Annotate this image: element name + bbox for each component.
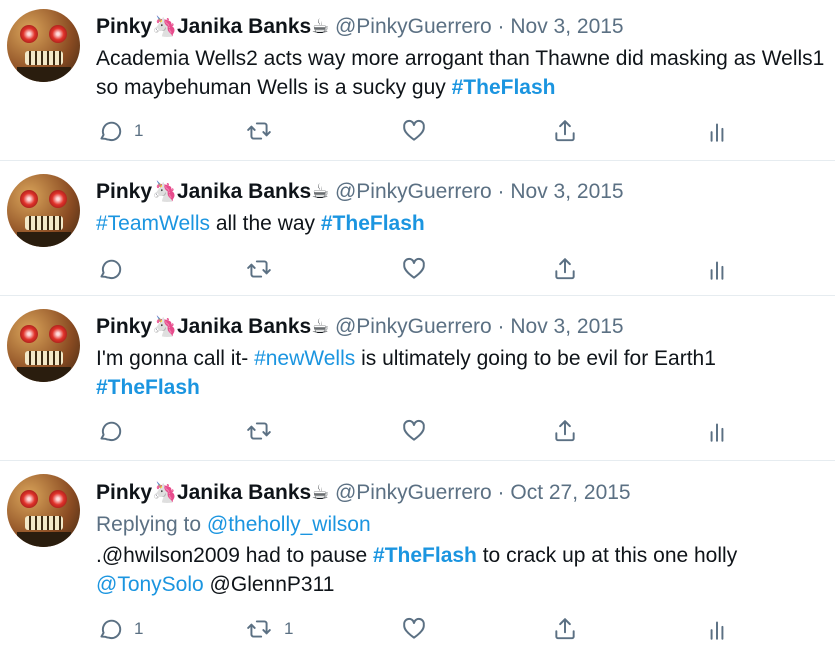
retweet-icon [247,122,271,140]
analytics-icon [710,423,724,442]
share-icon [555,120,575,142]
retweet-icon [247,260,271,278]
hashtag[interactable]: #TheFlash [96,376,200,399]
timestamp[interactable]: Nov 3, 2015 [510,180,623,203]
tweet[interactable]: Pinky🦄Janika Banks☕ @PinkyGuerrero · Nov… [0,161,835,296]
reply-icon [100,259,122,280]
handle[interactable]: @PinkyGuerrero [335,315,492,338]
separator: · [497,481,505,504]
tweet-text: .@hwilson2009 had to pause #TheFlash to … [96,544,738,596]
coffee-emoji: ☕ [311,179,330,203]
share-button[interactable] [552,614,578,644]
separator: · [497,15,505,38]
handle[interactable]: @PinkyGuerrero [335,481,492,504]
reply-button[interactable]: 1 [96,116,143,146]
heart-icon [403,617,425,639]
retweet-icon [247,620,271,638]
timestamp[interactable]: Oct 27, 2015 [510,481,630,504]
mention[interactable]: @TonySolo [96,573,204,596]
like-button[interactable] [401,254,427,284]
reply-button[interactable]: 1 [96,614,143,644]
timestamp[interactable]: Nov 3, 2015 [510,15,623,38]
timestamp[interactable]: Nov 3, 2015 [510,315,623,338]
reply-icon [100,121,122,142]
coffee-emoji: ☕ [311,314,330,338]
tweet[interactable]: Pinky🦄Janika Banks☕ @PinkyGuerrero · Nov… [0,0,835,161]
handle[interactable]: @PinkyGuerrero [335,15,492,38]
retweet-button[interactable]: 1 [246,614,293,644]
coffee-emoji: ☕ [311,480,330,504]
display-name[interactable]: Pinky🦄Janika Banks☕ [96,14,330,38]
tweet-actions [96,416,736,446]
tweet-text: I'm gonna call it- #newWells is ultimate… [96,347,716,399]
like-button[interactable] [401,416,427,446]
reply-icon [100,619,122,640]
reply-button[interactable] [96,254,134,284]
retweet-button[interactable] [246,116,284,146]
share-button[interactable] [552,116,578,146]
tweet[interactable]: Pinky🦄Janika Banks☕ @PinkyGuerrero · Oct… [0,461,835,649]
reply-count: 1 [134,619,144,638]
tweet-actions: 1 [96,116,736,146]
coffee-emoji: ☕ [311,14,330,38]
hashtag[interactable]: #newWells [254,347,355,370]
tweet[interactable]: Pinky🦄Janika Banks☕ @PinkyGuerrero · Nov… [0,296,835,461]
analytics-button[interactable] [704,116,730,146]
hashtag[interactable]: #TheFlash [373,544,477,567]
retweet-icon [247,422,271,440]
share-icon [555,618,575,640]
analytics-icon [710,123,724,142]
tweet-header: Pinky🦄Janika Banks☕ @PinkyGuerrero · Oct… [96,479,631,506]
like-button[interactable] [401,614,427,644]
tweet-header: Pinky🦄Janika Banks☕ @PinkyGuerrero · Nov… [96,178,624,205]
reply-count: 1 [134,121,144,140]
retweet-button[interactable] [246,254,284,284]
like-button[interactable] [401,116,427,146]
reply-button[interactable] [96,416,134,446]
display-name[interactable]: Pinky🦄Janika Banks☕ [96,480,330,504]
display-name[interactable]: Pinky🦄Janika Banks☕ [96,179,330,203]
analytics-button[interactable] [704,254,730,284]
retweet-button[interactable] [246,416,284,446]
share-icon [555,258,575,280]
reply-mention[interactable]: @theholly_wilson [207,513,371,536]
tweet-header: Pinky🦄Janika Banks☕ @PinkyGuerrero · Nov… [96,313,624,340]
heart-icon [403,119,425,141]
hashtag[interactable]: #TheFlash [452,76,556,99]
reply-icon [100,421,122,442]
hashtag[interactable]: #TeamWells [96,212,210,235]
tweet-text: Academia Wells2 acts way more arrogant t… [96,47,825,99]
display-name[interactable]: Pinky🦄Janika Banks☕ [96,314,330,338]
heart-icon [403,419,425,441]
tweet-header: Pinky🦄Janika Banks☕ @PinkyGuerrero · Nov… [96,13,624,40]
heart-icon [403,257,425,279]
avatar[interactable] [7,174,80,247]
tweet-actions: 1 1 [96,614,736,644]
unicorn-emoji: 🦄 [152,314,177,338]
avatar[interactable] [7,309,80,382]
tweet-text: #TeamWells all the way #TheFlash [96,212,425,235]
share-button[interactable] [552,254,578,284]
replying-to: Replying to @theholly_wilson [96,513,371,536]
analytics-icon [710,621,724,640]
avatar[interactable] [7,9,80,82]
tweet-actions [96,254,736,284]
analytics-button[interactable] [704,416,730,446]
hashtag[interactable]: #TheFlash [321,212,425,235]
retweet-count: 1 [284,619,294,638]
handle[interactable]: @PinkyGuerrero [335,180,492,203]
analytics-icon [710,261,724,280]
separator: · [497,315,505,338]
unicorn-emoji: 🦄 [152,480,177,504]
unicorn-emoji: 🦄 [152,14,177,38]
share-icon [555,420,575,442]
share-button[interactable] [552,416,578,446]
avatar[interactable] [7,474,80,547]
separator: · [497,180,505,203]
analytics-button[interactable] [704,614,730,644]
unicorn-emoji: 🦄 [152,179,177,203]
